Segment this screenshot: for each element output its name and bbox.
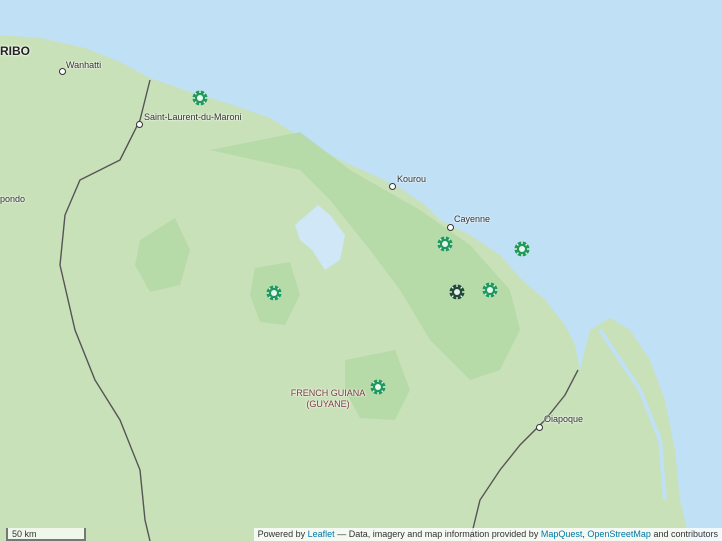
map-container[interactable]: RIBO Wanhatti Saint-Laurent-du-Maroni po…	[0, 0, 722, 541]
place-label-apondo: pondo	[0, 194, 26, 204]
map-basemap	[0, 0, 722, 541]
mapquest-link[interactable]: MapQuest	[541, 529, 583, 539]
turtle-icon	[266, 285, 282, 301]
place-label-wanhatti: Wanhatti	[66, 60, 102, 70]
turtle-icon	[449, 284, 465, 300]
place-label-oiapoque: Oiapoque	[544, 414, 584, 424]
attribution-suffix: and contributors	[653, 529, 718, 539]
town-dot-wanhatti	[59, 68, 66, 75]
attribution-bar: Powered by Leaflet — Data, imagery and m…	[253, 528, 722, 541]
place-label-kourou: Kourou	[397, 174, 427, 184]
scale-bar: 50 km	[6, 528, 86, 541]
place-label-paribo: RIBO	[0, 44, 30, 58]
region-label: FRENCH GUIANA (GUYANE)	[288, 388, 368, 410]
turtle-marker-cayenne-west[interactable]	[436, 235, 454, 253]
openstreetmap-link[interactable]: OpenStreetMap	[587, 529, 651, 539]
town-dot-saint-laurent	[136, 121, 143, 128]
place-label-saint-laurent: Saint-Laurent-du-Maroni	[144, 112, 242, 122]
attribution-powered-by: Powered by	[257, 529, 306, 539]
turtle-icon	[482, 282, 498, 298]
turtle-marker-central[interactable]	[265, 284, 283, 302]
turtle-icon	[192, 90, 208, 106]
town-dot-cayenne	[447, 224, 454, 231]
turtle-icon	[437, 236, 453, 252]
turtle-marker-offshore[interactable]	[513, 240, 531, 258]
turtle-marker-south[interactable]	[369, 378, 387, 396]
region-label-line1: FRENCH GUIANA	[290, 388, 366, 398]
turtle-marker-selected[interactable]	[448, 283, 466, 301]
attribution-data-text: Data, imagery and map information provid…	[348, 529, 539, 539]
turtle-marker-saint-laurent[interactable]	[191, 89, 209, 107]
region-label-line2: (GUYANE)	[306, 399, 350, 409]
turtle-icon	[514, 241, 530, 257]
attribution-separator: —	[337, 529, 347, 539]
town-dot-kourou	[389, 183, 396, 190]
turtle-icon	[370, 379, 386, 395]
place-label-cayenne: Cayenne	[454, 214, 491, 224]
turtle-marker-east[interactable]	[481, 281, 499, 299]
town-dot-oiapoque	[536, 424, 543, 431]
leaflet-link[interactable]: Leaflet	[308, 529, 335, 539]
